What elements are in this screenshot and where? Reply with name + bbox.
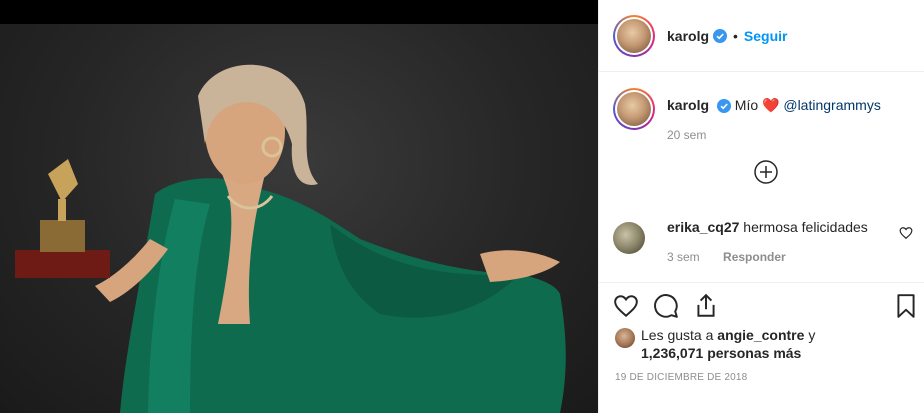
comment-username[interactable]: erika_cq27 — [667, 219, 739, 235]
post-sidebar: karolg • Seguir karolg Mío ❤️ @latingram… — [598, 0, 924, 413]
share-icon[interactable] — [693, 293, 719, 319]
comment-icon[interactable] — [653, 293, 679, 319]
likes-summary: Les gusta a angie_contre y 1,236,071 per… — [615, 326, 915, 362]
heart-icon[interactable] — [899, 226, 913, 240]
comment-avatar[interactable] — [613, 222, 645, 254]
author-avatar[interactable] — [613, 14, 655, 57]
liker-username[interactable]: angie_contre — [717, 327, 804, 343]
comment-text: hermosa felicidades — [743, 219, 868, 235]
follow-button[interactable]: Seguir — [744, 28, 788, 44]
likes-count[interactable]: 1,236,071 — [641, 345, 703, 361]
caption-username[interactable]: karolg — [667, 97, 709, 113]
separator-dot: • — [733, 27, 738, 44]
verified-badge-icon — [713, 28, 728, 43]
post-media[interactable] — [0, 0, 598, 413]
liker-avatar[interactable] — [615, 328, 635, 348]
caption: karolg Mío ❤️ @latingrammys 20 sem — [613, 88, 913, 144]
reply-button[interactable]: Responder — [723, 250, 786, 264]
action-bar — [599, 282, 924, 328]
likes-prefix: Les gusta a — [641, 327, 714, 343]
comment-time[interactable]: 3 sem — [667, 250, 700, 264]
verified-badge-icon — [716, 99, 731, 114]
plus-circle-icon[interactable] — [754, 160, 778, 184]
media-top-bar — [0, 0, 598, 24]
caption-time[interactable]: 20 sem — [667, 126, 881, 144]
likes-suffix[interactable]: personas más — [707, 345, 801, 361]
caption-text: Mío — [734, 97, 759, 113]
heart-emoji: ❤️ — [762, 97, 780, 113]
post-photo[interactable] — [0, 24, 598, 413]
caption-mention[interactable]: @latingrammys — [783, 97, 880, 113]
bookmark-icon[interactable] — [893, 293, 919, 319]
author-username[interactable]: karolg — [667, 28, 709, 44]
heart-icon[interactable] — [613, 293, 639, 319]
post-header: karolg • Seguir — [599, 0, 924, 72]
post-photo-illustration — [15, 64, 566, 413]
comment-item: erika_cq27 hermosa felicidades 3 sem Res… — [613, 214, 913, 266]
post-date[interactable]: 19 DE DICIEMBRE DE 2018 — [615, 372, 747, 383]
likes-conjunction: y — [808, 327, 816, 343]
caption-avatar[interactable] — [613, 88, 655, 130]
